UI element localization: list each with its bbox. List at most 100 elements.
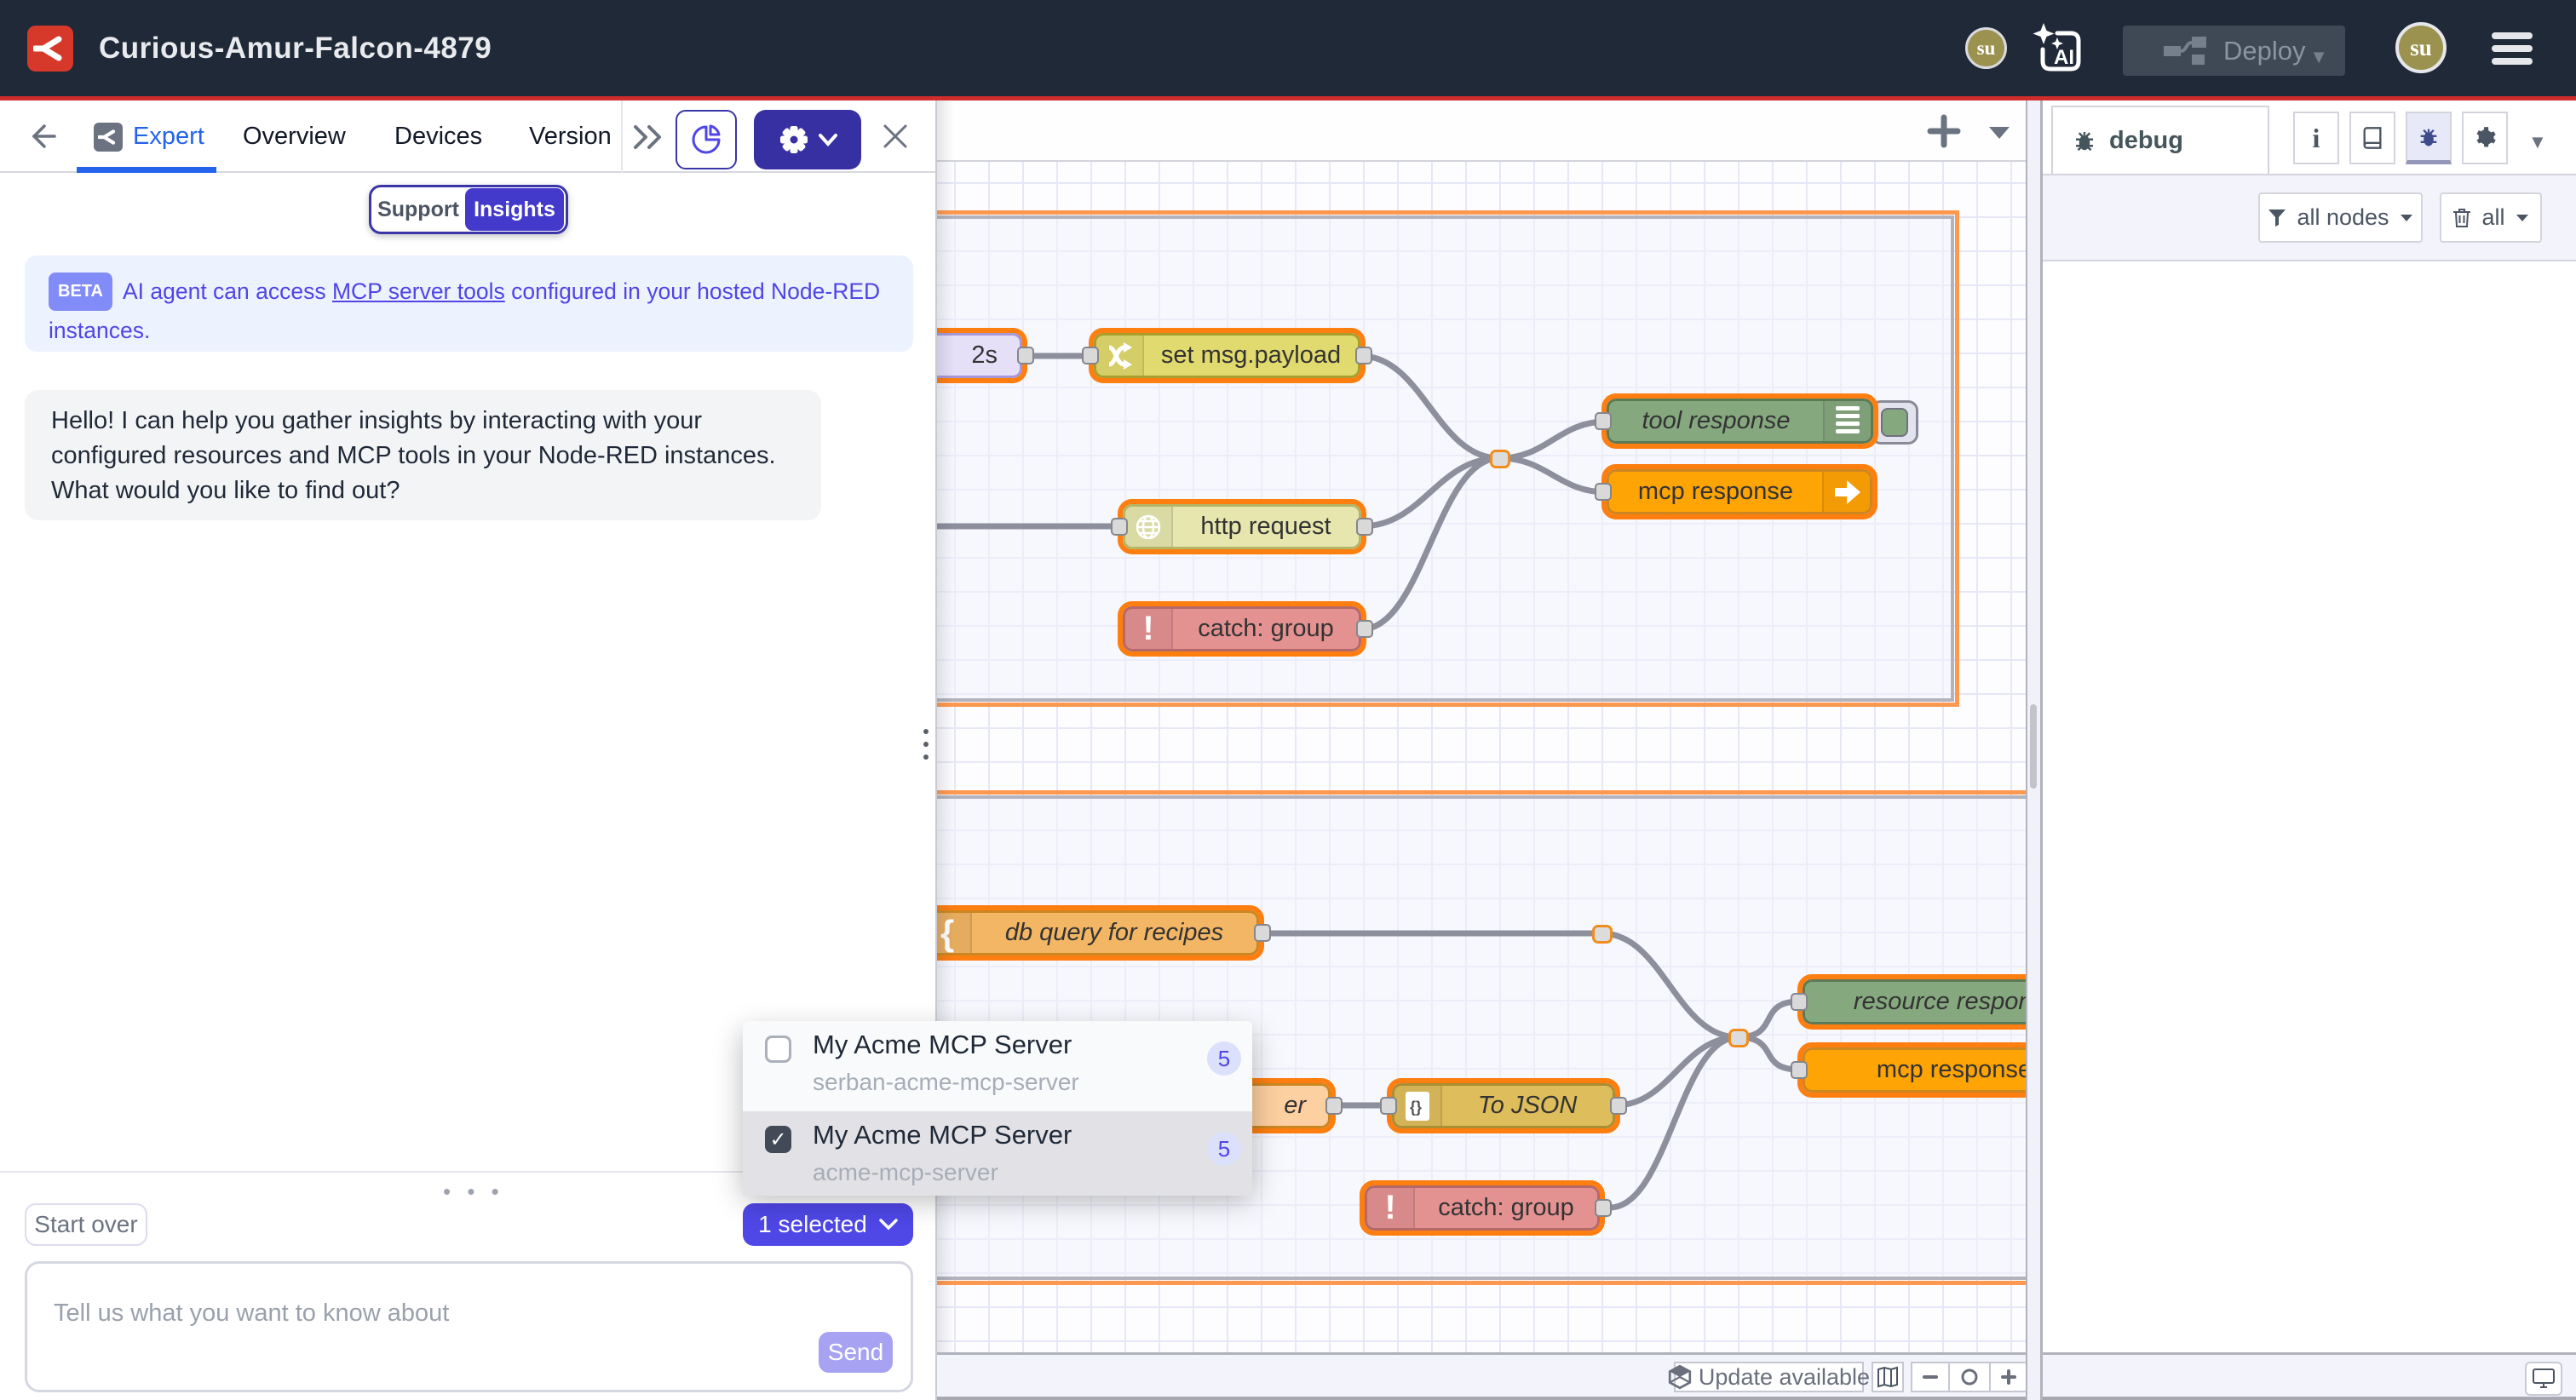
chat-input[interactable]: Tell us what you want to know about Send <box>25 1261 913 1392</box>
flow-canvas[interactable]: 2s set msg.payload http request !catch: gro… <box>937 100 2026 1400</box>
mcp-server-subtitle: serban-acme-mcp-server <box>813 1069 1079 1096</box>
info-tab-icon[interactable]: i <box>2293 112 2339 164</box>
mcp-response-bottom-input-port[interactable] <box>1791 1061 1808 1079</box>
node-http-request[interactable]: http request <box>1123 504 1361 549</box>
node-set-msg-payload[interactable]: set msg.payload <box>1094 333 1360 378</box>
inject-2s-output-port[interactable] <box>1017 347 1034 364</box>
deploy-caret-icon[interactable]: ▼ <box>2309 46 2328 68</box>
zoom-out-button[interactable] <box>1911 1362 1950 1392</box>
node-inject-2s[interactable]: 2s <box>937 333 1022 378</box>
tool-response-input-port[interactable] <box>1595 412 1612 430</box>
clear-all-button[interactable]: all <box>2440 192 2542 243</box>
assistant-greeting: Hello! I can help you gather insights by… <box>25 390 821 520</box>
sidebar-caret-icon[interactable]: ▼ <box>2528 131 2547 153</box>
settings-dropdown-button[interactable] <box>754 110 861 169</box>
node-db-query[interactable]: {db query for recipes <box>937 910 1259 955</box>
filter-nodes-label: all nodes <box>2297 204 2389 231</box>
filter-nodes-button[interactable]: all nodes <box>2258 192 2423 243</box>
beta-text-before: AI agent can access <box>123 278 332 304</box>
wire <box>1360 356 1499 458</box>
avatar-small[interactable]: su <box>1965 27 2007 69</box>
help-tab-icon[interactable] <box>2349 112 2395 164</box>
set-msg-payload-input-port[interactable] <box>1082 347 1099 364</box>
mcp-server-option-1[interactable]: My Acme MCP Serverserban-acme-mcp-server… <box>743 1021 1252 1105</box>
tab-expert[interactable]: Expert <box>94 100 204 173</box>
menu-icon[interactable] <box>2492 32 2533 65</box>
wire-junction-1[interactable] <box>1490 450 1510 468</box>
header: Curious-Amur-Falcon-4879 su AI Deploy ▼ … <box>0 0 2576 96</box>
tool-response-icon <box>1823 401 1871 441</box>
deploy-button[interactable]: Deploy ▼ <box>2123 26 2345 76</box>
assistant-panel: Expert Overview Devices Version Support … <box>0 100 937 1400</box>
mcp-server-checkbox-2[interactable]: ✓ <box>765 1126 791 1153</box>
wire-junction-3[interactable] <box>1728 1029 1749 1047</box>
mcp-server-tools-link[interactable]: MCP server tools <box>332 278 505 304</box>
node-catch-group-bottom[interactable]: !catch: group <box>1365 1185 1600 1231</box>
canvas-footer: Update available <box>937 1352 2026 1400</box>
tab-devices[interactable]: Devices <box>394 100 482 173</box>
tab-overview[interactable]: Overview <box>243 100 346 173</box>
node-to-json[interactable]: {}To JSON <box>1392 1083 1615 1128</box>
debug-tab-icon-active[interactable] <box>2406 112 2452 164</box>
tab-version[interactable]: Version <box>529 100 612 173</box>
debug-tab[interactable]: debug <box>2051 106 2269 174</box>
more-tabs-icon[interactable] <box>632 124 666 150</box>
wire <box>1361 458 1499 629</box>
mcp-response-top-icon <box>1822 472 1870 512</box>
catch-group-bottom-output-port[interactable] <box>1595 1199 1612 1217</box>
to-json-output-port[interactable] <box>1610 1097 1627 1115</box>
settings-tab-icon[interactable] <box>2462 112 2508 164</box>
mcp-server-count-badge: 5 <box>1207 1041 1241 1076</box>
ai-assistant-icon[interactable]: AI <box>2032 22 2084 75</box>
http-request-output-port[interactable] <box>1356 518 1373 536</box>
resize-handle-dots[interactable]: • • • <box>443 1179 504 1205</box>
svg-text:{}: {} <box>1410 1099 1422 1116</box>
send-button[interactable]: Send <box>819 1332 893 1373</box>
mcp-server-partial-label: er <box>1284 1092 1306 1120</box>
mcp-server-option-2[interactable]: ✓My Acme MCP Serveracme-mcp-server5 <box>743 1111 1252 1196</box>
device-view-button[interactable] <box>2525 1362 2562 1396</box>
zoom-in-button[interactable] <box>1989 1362 2026 1392</box>
minimap-button[interactable] <box>1872 1362 1904 1392</box>
usage-chart-button[interactable] <box>676 110 737 169</box>
toggle-insights[interactable]: Insights <box>465 188 564 231</box>
toggle-support[interactable]: Support <box>371 198 465 222</box>
node-red-logo-icon[interactable] <box>27 26 73 72</box>
update-available-button[interactable]: Update available <box>1674 1362 1864 1392</box>
node-tool-response[interactable]: tool response <box>1607 399 1873 444</box>
http-request-input-port[interactable] <box>1111 518 1128 536</box>
inject-2s-label: 2s <box>971 341 998 370</box>
resource-response-input-port[interactable] <box>1791 993 1808 1011</box>
add-flow-icon[interactable] <box>1927 114 1961 148</box>
mcp-server-partial-output-port[interactable] <box>1325 1097 1343 1115</box>
selected-dropdown-button[interactable]: 1 selected <box>743 1203 913 1246</box>
active-tab-underline <box>77 167 216 173</box>
db-query-output-port[interactable] <box>1254 924 1271 942</box>
link-out-indicator[interactable] <box>1871 400 1918 445</box>
node-catch-group-top[interactable]: !catch: group <box>1123 606 1361 651</box>
set-msg-payload-icon <box>1096 336 1144 376</box>
set-msg-payload-output-port[interactable] <box>1355 347 1372 364</box>
to-json-input-port[interactable] <box>1380 1097 1397 1115</box>
flow-list-caret-icon[interactable] <box>1987 124 2012 141</box>
app: Curious-Amur-Falcon-4879 su AI Deploy ▼ … <box>0 0 2576 1400</box>
debug-footer <box>2043 1352 2576 1400</box>
wire-junction-2[interactable] <box>1592 925 1613 944</box>
zoom-reset-button[interactable] <box>1950 1362 1989 1392</box>
avatar-large[interactable]: su <box>2395 22 2447 73</box>
mcp-server-checkbox-1[interactable] <box>765 1036 791 1063</box>
canvas-scrollbar-thumb[interactable] <box>2030 704 2037 789</box>
close-panel-icon[interactable] <box>881 122 910 151</box>
node-mcp-response-bottom[interactable]: mcp response <box>1803 1047 2026 1093</box>
panel-resize-handle[interactable] <box>923 729 929 760</box>
back-arrow-icon[interactable] <box>26 121 56 152</box>
node-resource-response[interactable]: resource response <box>1803 979 2026 1024</box>
node-mcp-response-top[interactable]: mcp response <box>1607 469 1872 514</box>
http-request-icon <box>1125 507 1173 547</box>
mode-toggle[interactable]: Support Insights <box>369 185 568 234</box>
tab-expert-label: Expert <box>133 123 204 151</box>
http-request-label: http request <box>1173 513 1359 541</box>
mcp-response-top-input-port[interactable] <box>1595 483 1612 501</box>
catch-group-top-output-port[interactable] <box>1356 620 1373 638</box>
start-over-button[interactable]: Start over <box>25 1203 147 1246</box>
